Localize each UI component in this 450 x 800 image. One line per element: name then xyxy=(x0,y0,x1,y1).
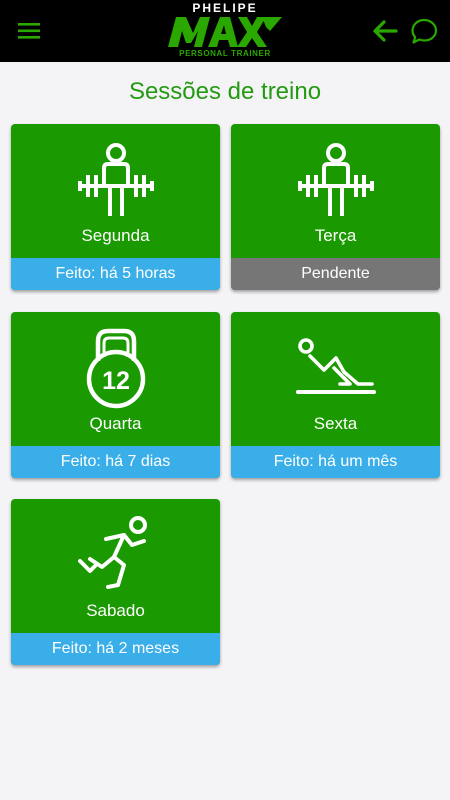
session-day-label: Segunda xyxy=(81,226,150,245)
session-card-sexta[interactable]: Sexta Feito: há um mês xyxy=(231,312,440,478)
kettlebell-icon: 12 xyxy=(11,320,220,416)
session-day-label: Sexta xyxy=(313,414,358,433)
session-status-badge: Feito: há 7 dias xyxy=(11,446,220,478)
top-app-bar: PHELIPE PERSONAL TRAINER xyxy=(0,0,450,62)
brand-logo: PHELIPE PERSONAL TRAINER xyxy=(160,0,290,62)
chat-button[interactable] xyxy=(410,17,438,45)
session-card-terca[interactable]: Terça Pendente xyxy=(231,124,440,290)
session-day-label: Quarta xyxy=(89,414,142,433)
session-status-badge: Feito: há 2 meses xyxy=(11,633,220,665)
stretching-icon xyxy=(231,320,440,416)
page-title: Sessões de treino xyxy=(128,78,322,105)
weightlifter-icon xyxy=(11,132,220,228)
session-card-quarta[interactable]: 12 Quarta Feito: há 7 dias xyxy=(11,312,220,478)
session-day-label: Terça xyxy=(314,226,357,245)
back-button[interactable] xyxy=(372,18,400,44)
session-status-badge: Feito: há 5 horas xyxy=(11,258,220,290)
session-status-badge: Feito: há um mês xyxy=(231,446,440,478)
menu-button[interactable] xyxy=(18,20,42,42)
session-status-badge: Pendente xyxy=(231,258,440,290)
session-day-label: Sabado xyxy=(86,601,145,620)
chat-icon xyxy=(411,18,438,44)
running-icon xyxy=(11,507,220,603)
back-arrow-icon xyxy=(373,20,398,42)
logo-sub-text: PERSONAL TRAINER xyxy=(179,49,271,58)
logo-max-mark xyxy=(168,17,282,47)
session-card-sabado[interactable]: Sabado Feito: há 2 meses xyxy=(11,499,220,665)
menu-icon xyxy=(18,23,40,39)
session-card-segunda[interactable]: Segunda Feito: há 5 horas xyxy=(11,124,220,290)
weightlifter-icon xyxy=(231,132,440,228)
kettlebell-weight-text: 12 xyxy=(102,367,130,395)
